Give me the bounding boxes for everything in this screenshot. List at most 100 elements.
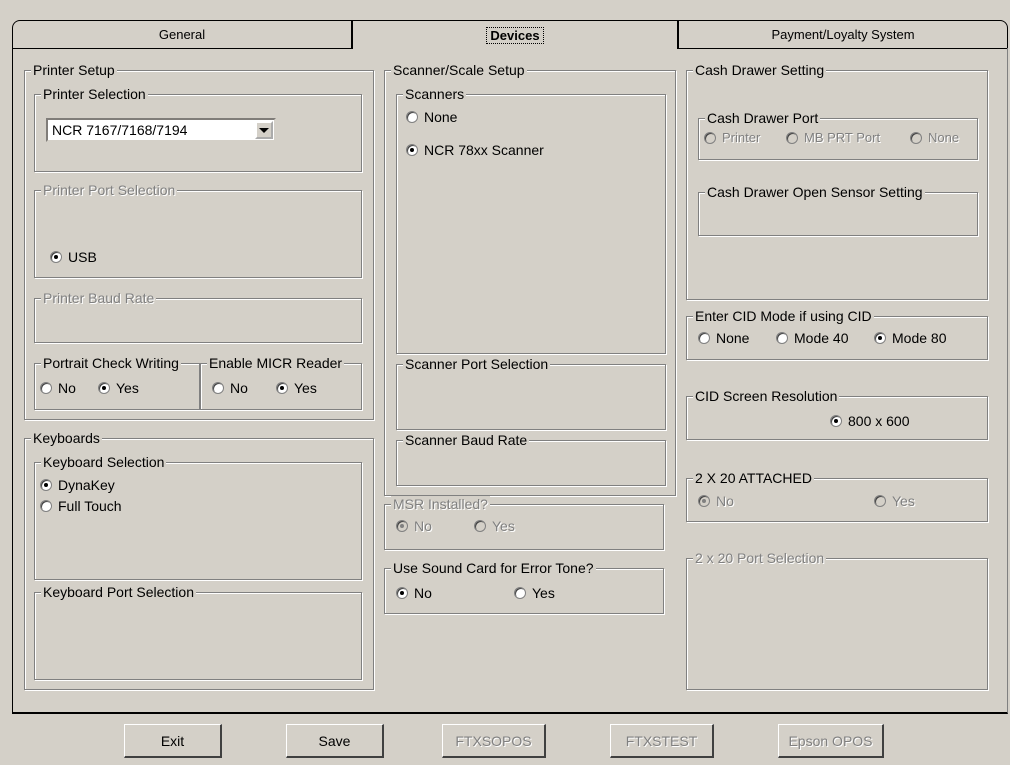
radio-icon [474,520,486,532]
tab-payment-label: Payment/Loyalty System [771,27,915,42]
ftxsopos-button-label: FTXSOPOS [455,732,532,749]
portrait-yes-radio[interactable]: Yes [98,380,139,396]
sound-card-title: Use Sound Card for Error Tone? [391,560,596,576]
attached-port-title: 2 x 20 Port Selection [693,550,827,566]
radio-icon [396,587,408,599]
scanner-none-label: None [424,109,458,125]
scanner-port-group: Scanner Port Selection [396,356,666,430]
radio-icon [776,332,788,344]
keyboard-port-title: Keyboard Port Selection [41,584,196,600]
radio-icon [830,415,842,427]
printer-port-title: Printer Port Selection [41,182,178,198]
chevron-down-icon[interactable] [255,121,273,139]
msr-title: MSR Installed? [391,496,490,512]
printer-port-usb-radio[interactable]: USB [50,249,97,265]
scanner-ncr-label: NCR 78xx Scanner [424,142,544,158]
sound-no-radio[interactable]: No [396,585,432,601]
drawer-sensor-group: Cash Drawer Open Sensor Setting [698,184,978,236]
exit-button[interactable]: Exit [124,724,222,758]
radio-icon [40,479,52,491]
epson-opos-button-label: Epson OPOS [788,732,873,749]
sound-yes-radio[interactable]: Yes [514,585,555,601]
cid-mode40-radio[interactable]: Mode 40 [776,330,848,346]
radio-icon [874,495,886,507]
scanners-group: Scanners [396,86,666,354]
msr-no-label: No [414,518,432,534]
sound-no-label: No [414,585,432,601]
portrait-no-label: No [58,380,76,396]
radio-icon [910,131,922,144]
msr-no-radio[interactable]: No [396,518,432,534]
cid-mode80-radio[interactable]: Mode 80 [874,330,946,346]
sound-yes-label: Yes [532,585,555,601]
scanner-none-radio[interactable]: None [406,109,457,125]
radio-icon [786,131,798,144]
radio-icon [514,587,526,599]
portrait-check-title: Portrait Check Writing [41,355,181,371]
micr-no-label: No [230,380,248,396]
keyboard-dynakey-label: DynaKey [58,477,115,493]
msr-yes-label: Yes [492,518,515,534]
radio-icon [40,500,52,512]
cash-drawer-port-title: Cash Drawer Port [705,110,821,126]
printer-setup-title: Printer Setup [31,62,117,78]
scanner-ncr-radio[interactable]: NCR 78xx Scanner [406,142,544,158]
radio-icon [406,144,418,156]
attached-port-group: 2 x 20 Port Selection [686,550,988,690]
cash-drawer-title: Cash Drawer Setting [693,62,827,78]
ftxsopos-button[interactable]: FTXSOPOS [442,724,546,758]
micr-yes-radio[interactable]: Yes [276,380,317,396]
msr-yes-radio[interactable]: Yes [474,518,515,534]
cid-mode40-label: Mode 40 [794,330,849,346]
keyboard-fulltouch-label: Full Touch [58,498,122,514]
cid-resolution-title: CID Screen Resolution [693,388,840,404]
save-button[interactable]: Save [286,724,384,758]
tab-devices[interactable]: Devices [352,20,678,49]
scanner-baud-title: Scanner Baud Rate [403,432,530,448]
scanner-port-title: Scanner Port Selection [403,356,551,372]
micr-reader-title: Enable MICR Reader [207,355,345,371]
attached-no-label: No [716,493,734,509]
keyboard-dynakey-radio[interactable]: DynaKey [40,477,115,493]
save-button-label: Save [318,732,351,749]
printer-selection-title: Printer Selection [41,86,148,102]
radio-icon [698,495,710,507]
epson-opos-button[interactable]: Epson OPOS [778,724,884,758]
drawer-sensor-title: Cash Drawer Open Sensor Setting [705,184,925,200]
printer-select-value: NCR 7167/7168/7194 [52,122,188,138]
printer-select[interactable]: NCR 7167/7168/7194 [46,118,276,142]
radio-icon [276,382,288,394]
ftxstest-button[interactable]: FTXSTEST [610,724,714,758]
scanner-baud-group: Scanner Baud Rate [396,432,666,486]
tab-general-label: General [158,27,206,42]
radio-icon [698,332,710,344]
keyboard-fulltouch-radio[interactable]: Full Touch [40,498,122,514]
drawer-none-radio[interactable]: None [910,130,959,145]
scanners-title: Scanners [403,86,467,102]
attached-no-radio[interactable]: No [698,493,734,509]
cid-800x600-radio[interactable]: 800 x 600 [830,413,910,429]
attached-yes-label: Yes [892,493,915,509]
cid-none-radio[interactable]: None [698,330,749,346]
printer-baud-group: Printer Baud Rate [34,290,362,343]
tab-devices-label: Devices [486,26,544,44]
tab-general[interactable]: General [12,20,352,48]
ftxstest-button-label: FTXSTEST [625,732,698,749]
drawer-mbprt-radio[interactable]: MB PRT Port [786,130,880,145]
keyboard-selection-title: Keyboard Selection [41,454,167,470]
attached-yes-radio[interactable]: Yes [874,493,915,509]
tab-payment-loyalty[interactable]: Payment/Loyalty System [678,20,1008,48]
portrait-no-radio[interactable]: No [40,380,76,396]
radio-icon [98,382,110,394]
portrait-yes-label: Yes [116,380,139,396]
radio-icon [406,111,418,123]
keyboard-port-group: Keyboard Port Selection [34,584,362,680]
keyboards-title: Keyboards [31,430,102,446]
drawer-printer-radio[interactable]: Printer [704,130,760,145]
micr-no-radio[interactable]: No [212,380,248,396]
cid-mode80-label: Mode 80 [892,330,947,346]
drawer-mbprt-label: MB PRT Port [804,130,881,145]
printer-baud-title: Printer Baud Rate [41,290,157,306]
radio-icon [40,382,52,394]
micr-yes-label: Yes [294,380,317,396]
